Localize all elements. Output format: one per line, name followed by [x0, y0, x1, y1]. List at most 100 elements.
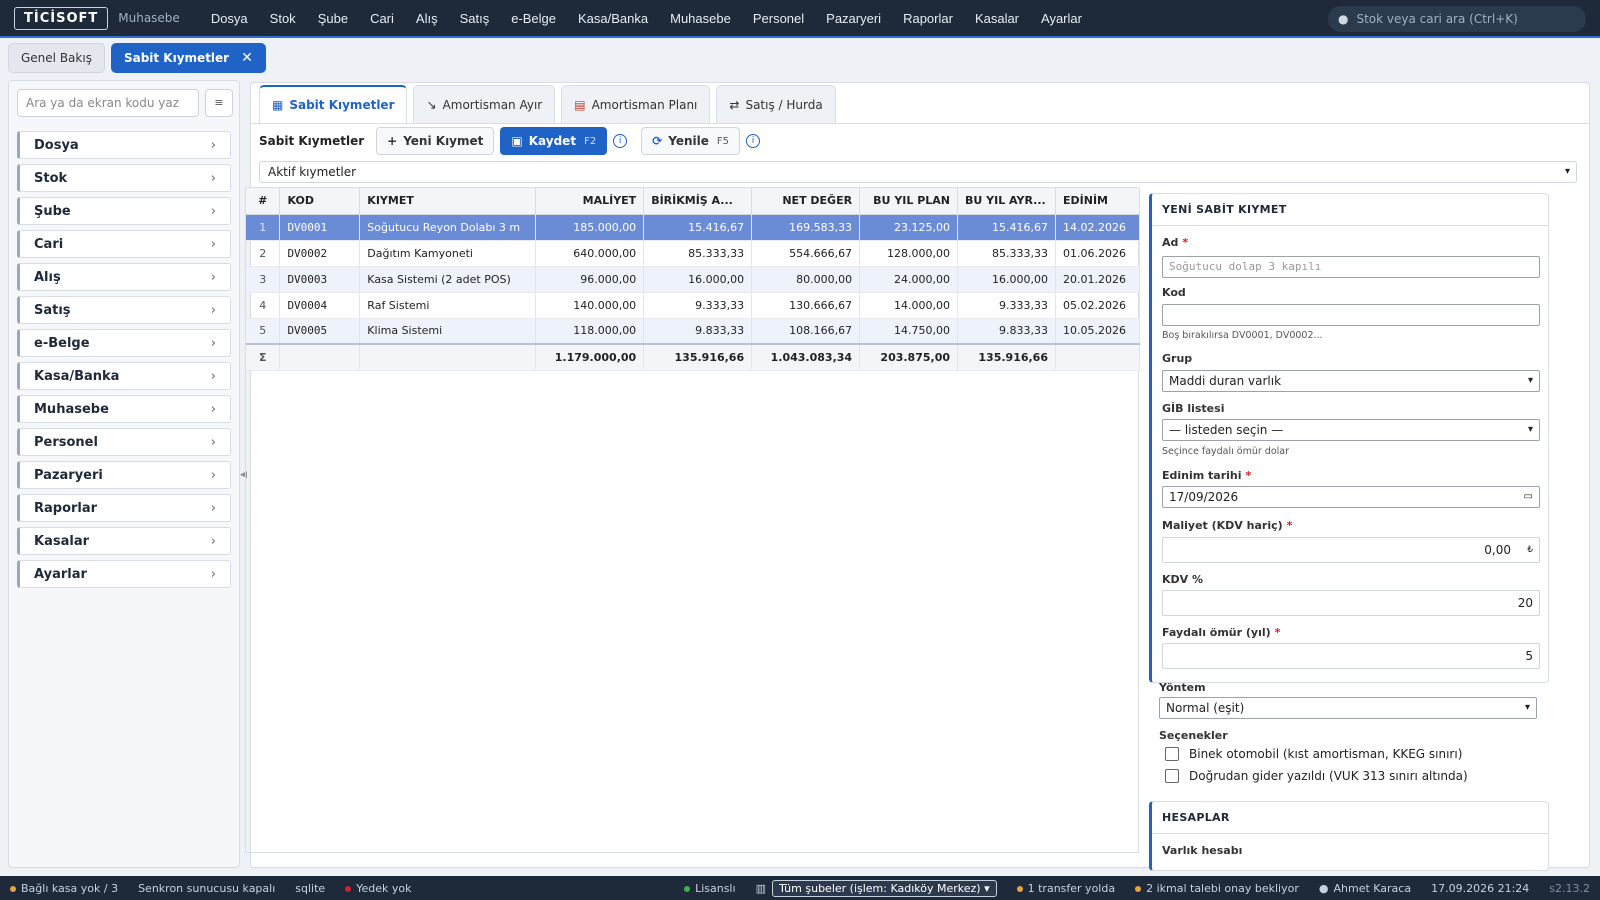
- col-edinim[interactable]: EDİNİM: [1055, 188, 1140, 215]
- menu-ayarlar[interactable]: Ayarlar: [1030, 11, 1093, 26]
- yontem-select[interactable]: Normal (eşit) ▾: [1159, 697, 1537, 719]
- table-row[interactable]: 3 DV0003 Kasa Sistemi (2 adet POS) 96.00…: [246, 266, 1140, 293]
- chart-down-icon: ↘: [426, 97, 437, 112]
- tab-label: Amortisman Ayır: [442, 97, 543, 112]
- calendar-icon[interactable]: ▭: [1524, 487, 1533, 507]
- grup-select[interactable]: Maddi duran varlık ▾: [1162, 370, 1540, 392]
- sidebar-item-dosya[interactable]: Dosya ›: [17, 131, 231, 159]
- new-asset-form: YENİ SABİT KIYMET Ad * Soğutucu dolap 3 k…: [1149, 193, 1549, 683]
- status-user[interactable]: ● Ahmet Karaca: [1309, 882, 1421, 895]
- status-ikmal[interactable]: 2 ikmal talebi onay bekliyor: [1125, 882, 1309, 895]
- sidebar-item-cari[interactable]: Cari ›: [17, 230, 231, 258]
- menu-cari[interactable]: Cari: [359, 11, 405, 26]
- edinim-date-input[interactable]: 17/09/2026 ▭: [1162, 486, 1540, 508]
- menu-stok[interactable]: Stok: [259, 11, 307, 26]
- omur-label: Faydalı ömür (yıl) *: [1162, 626, 1281, 639]
- col-maliyet[interactable]: MALİYET: [535, 188, 645, 215]
- cell-bu-yil-ayr: 9.333,33: [957, 292, 1056, 319]
- gib-select[interactable]: — listeden seçin — ▾: [1162, 419, 1540, 441]
- tab-amortisman-ayir[interactable]: ↘ Amortisman Ayır: [413, 85, 556, 123]
- maliyet-input[interactable]: 0,00 ₺: [1162, 537, 1540, 563]
- cell-edinim: 20.01.2026: [1055, 266, 1140, 293]
- menu-personel[interactable]: Personel: [742, 11, 815, 26]
- sidebar-item-stok[interactable]: Stok ›: [17, 164, 231, 192]
- tab-sabit-kiymetler-list[interactable]: ▦ Sabit Kıymetler: [259, 85, 408, 123]
- close-icon[interactable]: ✕: [241, 50, 253, 66]
- total-birikmis: 135.916,66: [643, 343, 753, 371]
- table-row[interactable]: 2 DV0002 Dağıtım Kamyoneti 640.000,00 85…: [246, 240, 1140, 267]
- button-label: Yenile: [668, 134, 709, 148]
- refresh-button[interactable]: ⟳ Yenile F5: [641, 127, 741, 155]
- menu-alis[interactable]: Alış: [405, 11, 449, 26]
- checkbox-box[interactable]: [1165, 747, 1179, 761]
- menu-kasalar[interactable]: Kasalar: [964, 11, 1030, 26]
- sidebar-menu-button[interactable]: ≡: [205, 89, 233, 117]
- sidebar-item-personel[interactable]: Personel ›: [17, 428, 231, 456]
- chevron-right-icon: ›: [210, 302, 216, 318]
- cell-kod: DV0001: [279, 214, 361, 241]
- tab-label: Sabit Kıymetler: [123, 51, 230, 65]
- chevron-right-icon: ›: [210, 137, 216, 153]
- info-icon[interactable]: i: [613, 134, 628, 148]
- sidebar-item-kasalar[interactable]: Kasalar ›: [17, 527, 231, 555]
- menu-satis[interactable]: Satış: [449, 11, 501, 26]
- branch-selector[interactable]: ▥ Tüm şubeler (işlem: Kadıköy Merkez) ▾: [746, 879, 1007, 897]
- menu-ebelge[interactable]: e-Belge: [500, 11, 567, 26]
- sidebar-item-ayarlar[interactable]: Ayarlar ›: [17, 560, 231, 588]
- info-icon[interactable]: i: [746, 134, 761, 148]
- col-index[interactable]: #: [246, 188, 281, 215]
- user-icon: ●: [1318, 881, 1329, 895]
- sidebar-item-alis[interactable]: Alış ›: [17, 263, 231, 291]
- col-kiymet[interactable]: KIYMET: [359, 188, 537, 215]
- global-search-input[interactable]: ● Stok veya cari ara (Ctrl+K): [1328, 6, 1586, 32]
- sidebar-search-input[interactable]: Ara ya da ekran kodu yaz: [17, 89, 199, 117]
- cell-birikmis: 9.833,33: [643, 318, 753, 345]
- menu-dosya[interactable]: Dosya: [200, 11, 259, 26]
- ad-input[interactable]: Soğutucu dolap 3 kapılı: [1162, 256, 1540, 278]
- menu-raporlar[interactable]: Raporlar: [892, 11, 964, 26]
- kdv-input[interactable]: 20: [1162, 590, 1540, 616]
- cell-bu-yil-ayr: 85.333,33: [957, 240, 1056, 267]
- menu-muhasebe[interactable]: Muhasebe: [659, 11, 742, 26]
- tab-sabit-kiymetler[interactable]: Sabit Kıymetler ✕: [110, 43, 266, 73]
- sidebar-item-ebelge[interactable]: e-Belge ›: [17, 329, 231, 357]
- col-kod[interactable]: KOD: [279, 188, 361, 215]
- asset-filter-select[interactable]: Aktif kıymetler ▾: [259, 161, 1577, 183]
- omur-input[interactable]: 5: [1162, 643, 1540, 669]
- sidebar-item-kasa-banka[interactable]: Kasa/Banka ›: [17, 362, 231, 390]
- col-birikmis[interactable]: BİRİKMİŞ A...: [643, 188, 753, 215]
- tab-satis-hurda[interactable]: ⇄ Satış / Hurda: [716, 85, 836, 123]
- checkbox-box[interactable]: [1165, 769, 1179, 783]
- branch-select[interactable]: Tüm şubeler (işlem: Kadıköy Merkez) ▾: [771, 879, 997, 897]
- menu-sube[interactable]: Şube: [307, 11, 359, 26]
- sidebar-item-sube[interactable]: Şube ›: [17, 197, 231, 225]
- cell-bu-yil-ayr: 16.000,00: [957, 266, 1056, 293]
- sidebar-item-muhasebe[interactable]: Muhasebe ›: [17, 395, 231, 423]
- kod-input[interactable]: [1162, 304, 1540, 326]
- cell-maliyet: 640.000,00: [535, 240, 645, 267]
- new-asset-button[interactable]: + Yeni Kıymet: [376, 127, 495, 155]
- tab-label: Amortisman Planı: [591, 97, 698, 112]
- sidebar-item-raporlar[interactable]: Raporlar ›: [17, 494, 231, 522]
- col-bu-yil-plan[interactable]: BU YIL PLAN: [859, 188, 959, 215]
- tab-genel-bakis[interactable]: Genel Bakış: [8, 43, 105, 73]
- col-bu-yil-ayr[interactable]: BU YIL AYR...: [957, 188, 1056, 215]
- app-logo[interactable]: TİCİSOFT: [14, 6, 109, 30]
- sidebar-item-satis[interactable]: Satış ›: [17, 296, 231, 324]
- menu-kasa-banka[interactable]: Kasa/Banka: [567, 11, 659, 26]
- table-row[interactable]: 1 DV0001 Soğutucu Reyon Dolabı 3 m 185.0…: [246, 214, 1140, 241]
- col-net-deger[interactable]: NET DEĞER: [751, 188, 861, 215]
- table-row[interactable]: 4 DV0004 Raf Sistemi 140.000,00 9.333,33…: [246, 292, 1140, 319]
- table-row[interactable]: 5 DV0005 Klima Sistemi 118.000,00 9.833,…: [246, 318, 1140, 345]
- form-continued: Yöntem Normal (eşit) ▾ Seçenekler Binek o…: [1149, 681, 1549, 797]
- cell-kod: DV0005: [279, 318, 361, 345]
- sidebar-item-pazaryeri[interactable]: Pazaryeri ›: [17, 461, 231, 489]
- binek-checkbox[interactable]: Binek otomobil (kıst amortisman, KKEG sı…: [1165, 747, 1462, 761]
- top-bar: TİCİSOFT Muhasebe Dosya Stok Şube Cari A…: [0, 0, 1600, 38]
- dogrudan-gider-checkbox[interactable]: Doğrudan gider yazıldı (VUK 313 sınırı a…: [1165, 769, 1468, 783]
- menu-pazaryeri[interactable]: Pazaryeri: [815, 11, 892, 26]
- status-transfer[interactable]: 1 transfer yolda: [1007, 882, 1125, 895]
- tab-amortisman-plani[interactable]: ▤ Amortisman Planı: [561, 85, 711, 123]
- save-button[interactable]: ▣ Kaydet F2: [500, 127, 608, 155]
- total-maliyet: 1.179.000,00: [535, 343, 645, 371]
